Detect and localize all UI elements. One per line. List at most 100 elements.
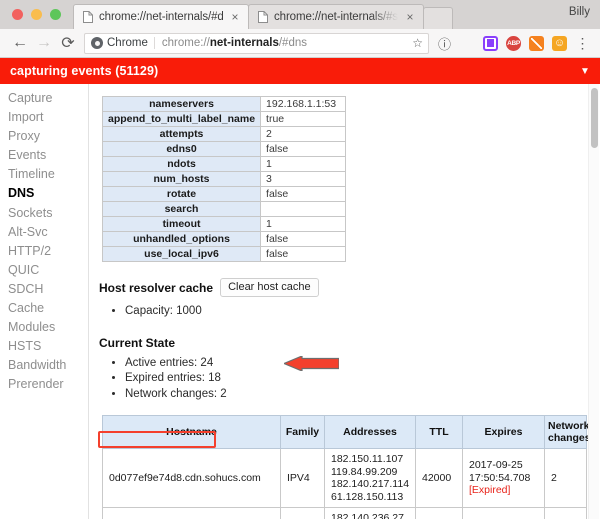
config-value: false bbox=[260, 186, 347, 202]
table-row: 0d077ef9e74d8.cdn.sohucs.com IPV4 182.15… bbox=[102, 447, 587, 509]
sidebar-item-capture[interactable]: Capture bbox=[0, 89, 88, 108]
net-internals-sidebar: Capture Import Proxy Events Timeline DNS… bbox=[0, 84, 89, 519]
table-row: search bbox=[101, 201, 347, 217]
reader-extension-icon[interactable] bbox=[481, 34, 500, 53]
zoom-window-button[interactable] bbox=[50, 9, 61, 20]
expired-entries-line: Expired entries: 18 bbox=[125, 371, 600, 387]
sidebar-item-timeline[interactable]: Timeline bbox=[0, 165, 88, 184]
sidebar-item-cache[interactable]: Cache bbox=[0, 299, 88, 318]
bookmark-star-icon[interactable]: ☆ bbox=[412, 36, 423, 50]
config-value: 1 bbox=[260, 216, 347, 232]
address-bar[interactable]: Chrome chrome://net-internals/#dns ☆ bbox=[84, 32, 429, 54]
forward-icon[interactable]: → bbox=[32, 31, 56, 55]
vertical-scrollbar[interactable] bbox=[588, 84, 599, 519]
new-tab-button[interactable] bbox=[423, 7, 453, 29]
table-row: a1.mzstatic.com IPV4 182.140.236.27 182.… bbox=[102, 507, 587, 519]
config-key: nameservers bbox=[101, 96, 262, 112]
url-host: net-internals bbox=[209, 37, 279, 49]
browser-window: chrome://net-internals/#dns × chrome://n… bbox=[0, 0, 600, 519]
config-value: false bbox=[260, 246, 347, 262]
config-key: ndots bbox=[101, 156, 262, 172]
config-key: use_local_ipv6 bbox=[101, 246, 262, 262]
sidebar-item-sdch[interactable]: SDCH bbox=[0, 280, 88, 299]
url-suffix: /#dns bbox=[278, 37, 307, 49]
clear-host-cache-button[interactable]: Clear host cache bbox=[220, 278, 319, 297]
url-prefix: chrome:// bbox=[161, 37, 210, 49]
analytics-chart-icon[interactable] bbox=[527, 34, 546, 53]
tab-title: chrome://net-internals/#socke bbox=[274, 11, 398, 23]
sidebar-item-import[interactable]: Import bbox=[0, 108, 88, 127]
cell-family: IPV4 bbox=[280, 507, 325, 519]
sidebar-item-sockets[interactable]: Sockets bbox=[0, 204, 88, 223]
dns-config-table: nameservers 192.168.1.1:53 append_to_mul… bbox=[101, 96, 347, 262]
current-state-list: Active entries: 24 Expired entries: 18 N… bbox=[99, 356, 600, 403]
cell-network-changes: 2 bbox=[544, 447, 587, 509]
address-line: 61.128.150.113 bbox=[331, 490, 404, 503]
host-cache-table: Hostname Family Addresses TTL Expires Ne… bbox=[102, 415, 591, 519]
sidebar-item-modules[interactable]: Modules bbox=[0, 318, 88, 337]
back-icon[interactable]: ← bbox=[8, 31, 32, 55]
column-header-network-changes: Network changes bbox=[544, 415, 591, 449]
config-value: 192.168.1.1:53 bbox=[260, 96, 347, 112]
current-state-label: Current State bbox=[99, 335, 176, 350]
config-key: unhandled_options bbox=[101, 231, 262, 247]
config-value: false bbox=[260, 141, 347, 157]
sidebar-item-bandwidth[interactable]: Bandwidth bbox=[0, 356, 88, 375]
page-icon bbox=[83, 11, 93, 23]
sidebar-item-proxy[interactable]: Proxy bbox=[0, 127, 88, 146]
url-text: chrome://net-internals/#dns bbox=[162, 37, 408, 49]
sidebar-item-http2[interactable]: HTTP/2 bbox=[0, 242, 88, 261]
sidebar-item-events[interactable]: Events bbox=[0, 146, 88, 165]
sidebar-item-quic[interactable]: QUIC bbox=[0, 261, 88, 280]
host-resolver-cache-heading: Host resolver cache bbox=[99, 280, 214, 295]
expired-badge: [Expired] bbox=[469, 484, 511, 497]
config-key: append_to_multi_label_name bbox=[101, 111, 262, 127]
address-line: 119.84.99.209 bbox=[331, 465, 398, 478]
cell-addresses: 182.140.236.27 182.140.130.25 61.188.191… bbox=[324, 507, 416, 519]
minimize-window-button[interactable] bbox=[31, 9, 42, 20]
table-header-row: Hostname Family Addresses TTL Expires Ne… bbox=[102, 415, 591, 449]
table-row: attempts 2 bbox=[101, 126, 347, 142]
page-icon bbox=[258, 11, 268, 23]
close-window-button[interactable] bbox=[12, 9, 23, 20]
table-row: timeout 1 bbox=[101, 216, 347, 232]
tab-sockets[interactable]: chrome://net-internals/#socke × bbox=[248, 4, 424, 29]
adblock-plus-icon[interactable]: ABP bbox=[504, 34, 523, 53]
sidebar-item-alt-svc[interactable]: Alt-Svc bbox=[0, 223, 88, 242]
address-line: 182.140.217.114 bbox=[331, 478, 410, 491]
table-row: append_to_multi_label_name true bbox=[101, 111, 347, 127]
config-key: timeout bbox=[101, 216, 262, 232]
tab-title: chrome://net-internals/#dns bbox=[99, 11, 223, 23]
capacity-line: Capacity: 1000 bbox=[125, 304, 600, 320]
close-icon[interactable]: × bbox=[228, 10, 242, 24]
chrome-menu-icon[interactable]: ⋮ bbox=[573, 34, 592, 53]
capture-status-bar[interactable]: capturing events (51129) ▼ bbox=[0, 58, 600, 84]
tab-dns[interactable]: chrome://net-internals/#dns × bbox=[73, 4, 249, 29]
info-circle-icon[interactable]: ⓘ bbox=[435, 34, 454, 53]
config-value: 1 bbox=[260, 156, 347, 172]
security-badge: Chrome bbox=[91, 37, 155, 49]
reload-icon[interactable]: ⟳ bbox=[56, 31, 80, 55]
sidebar-item-prerender[interactable]: Prerender bbox=[0, 375, 88, 394]
close-icon[interactable]: × bbox=[403, 10, 417, 24]
profile-name[interactable]: Billy bbox=[569, 6, 590, 18]
tab-list: chrome://net-internals/#dns × chrome://n… bbox=[73, 0, 600, 29]
table-row: use_local_ipv6 false bbox=[101, 246, 347, 262]
table-row: edns0 false bbox=[101, 141, 347, 157]
config-value: 2 bbox=[260, 126, 347, 142]
active-entries-line: Active entries: 24 bbox=[125, 356, 600, 372]
cell-ttl: 38000 bbox=[415, 507, 463, 519]
expires-date: 2017-09-25 bbox=[469, 459, 523, 472]
column-header-expires: Expires bbox=[462, 415, 545, 449]
host-resolver-heading-row: Host resolver cache Clear host cache bbox=[99, 278, 600, 297]
smiley-extension-icon[interactable] bbox=[550, 34, 569, 53]
table-row: nameservers 192.168.1.1:53 bbox=[101, 96, 347, 112]
chevron-down-icon[interactable]: ▼ bbox=[580, 66, 590, 77]
cell-family: IPV4 bbox=[280, 447, 325, 509]
sidebar-item-hsts[interactable]: HSTS bbox=[0, 337, 88, 356]
address-line: 182.140.236.27 bbox=[331, 512, 404, 519]
config-value: 3 bbox=[260, 171, 347, 187]
scrollbar-thumb[interactable] bbox=[591, 88, 598, 148]
sidebar-item-dns[interactable]: DNS bbox=[0, 184, 88, 203]
cell-expires: 2017-09-25 17:51:23.872 bbox=[462, 507, 545, 519]
